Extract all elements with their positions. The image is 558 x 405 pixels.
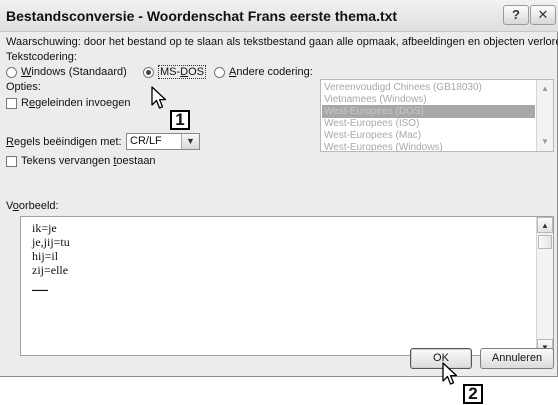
down-arrow-icon[interactable]: ▼ [537,134,553,150]
file-conversion-dialog: Bestandsconversie - Woordenschat Frans e… [0,0,558,377]
chevron-down-icon[interactable]: ▼ [181,134,199,149]
preview-label: Voorbeeld: [6,200,59,212]
preview-line: je,jij=tu [32,235,70,249]
encoding-list-item[interactable]: West-Europees (Windows) [322,141,535,151]
end-lines-value: CR/LF [130,135,162,147]
checkbox-insert-line-breaks[interactable]: Regeleinden invoegen [6,97,131,109]
checkbox-allow-substitution-label: Tekens vervangen toestaan [21,155,156,167]
preview-line: ik=je [32,221,57,235]
dialog-title: Bestandsconversie - Woordenschat Frans e… [6,8,398,24]
radio-windows-label: Windows (Standaard) [21,66,127,78]
encoding-list-scrollbar[interactable]: ▲ ▼ [536,80,553,151]
help-icon: ? [512,7,520,22]
radio-msdos[interactable]: MS-DOS [143,65,207,79]
warning-text: Waarschuwing: door het bestand op te sla… [6,36,558,48]
help-button[interactable]: ? [503,5,529,25]
preview-box[interactable]: ik=je je,jij=tu hij=il zij=elle — ▲ ▼ [20,216,554,356]
preview-line: hij=il [32,249,59,263]
radio-other-circle[interactable] [214,67,225,78]
radio-msdos-circle[interactable] [143,67,154,78]
radio-windows-circle[interactable] [6,67,17,78]
radio-windows[interactable]: Windows (Standaard) [6,66,127,78]
ok-button[interactable]: OK [410,348,472,369]
title-bar[interactable]: Bestandsconversie - Woordenschat Frans e… [0,0,558,32]
encoding-list[interactable]: Vereenvoudigd Chinees (GB18030) Vietnamee… [320,79,554,152]
mouse-pointer-icon [151,86,167,109]
up-arrow-icon[interactable]: ▲ [537,217,553,233]
radio-other-encoding[interactable]: Andere codering: [214,66,313,78]
preview-scrollbar[interactable]: ▲ ▼ [536,217,553,355]
cancel-button[interactable]: Annuleren [480,348,554,369]
callout-2: 2 [463,384,483,404]
callout-1: 1 [170,110,190,130]
preview-scroll-thumb[interactable] [538,235,552,249]
radio-other-label: Andere codering: [229,66,313,78]
close-button[interactable]: ✕ [530,5,556,25]
close-icon: ✕ [537,7,549,22]
up-arrow-icon[interactable]: ▲ [537,81,553,97]
checkbox-allow-substitution-box[interactable] [6,156,17,167]
preview-line: zij=elle [32,263,69,277]
checkbox-allow-substitution[interactable]: Tekens vervangen toestaan [6,155,156,167]
end-lines-label: Regels beëindigen met: [6,136,122,148]
checkbox-insert-line-breaks-label: Regeleinden invoegen [21,97,131,109]
checkbox-insert-line-breaks-box[interactable] [6,98,17,109]
radio-msdos-label: MS-DOS [158,65,207,79]
end-lines-select[interactable]: CR/LF ▼ [126,133,200,150]
options-label: Opties: [6,81,41,93]
preview-line: — [32,281,48,298]
encoding-label: Tekstcodering: [6,51,77,63]
mouse-pointer-icon [442,362,458,385]
